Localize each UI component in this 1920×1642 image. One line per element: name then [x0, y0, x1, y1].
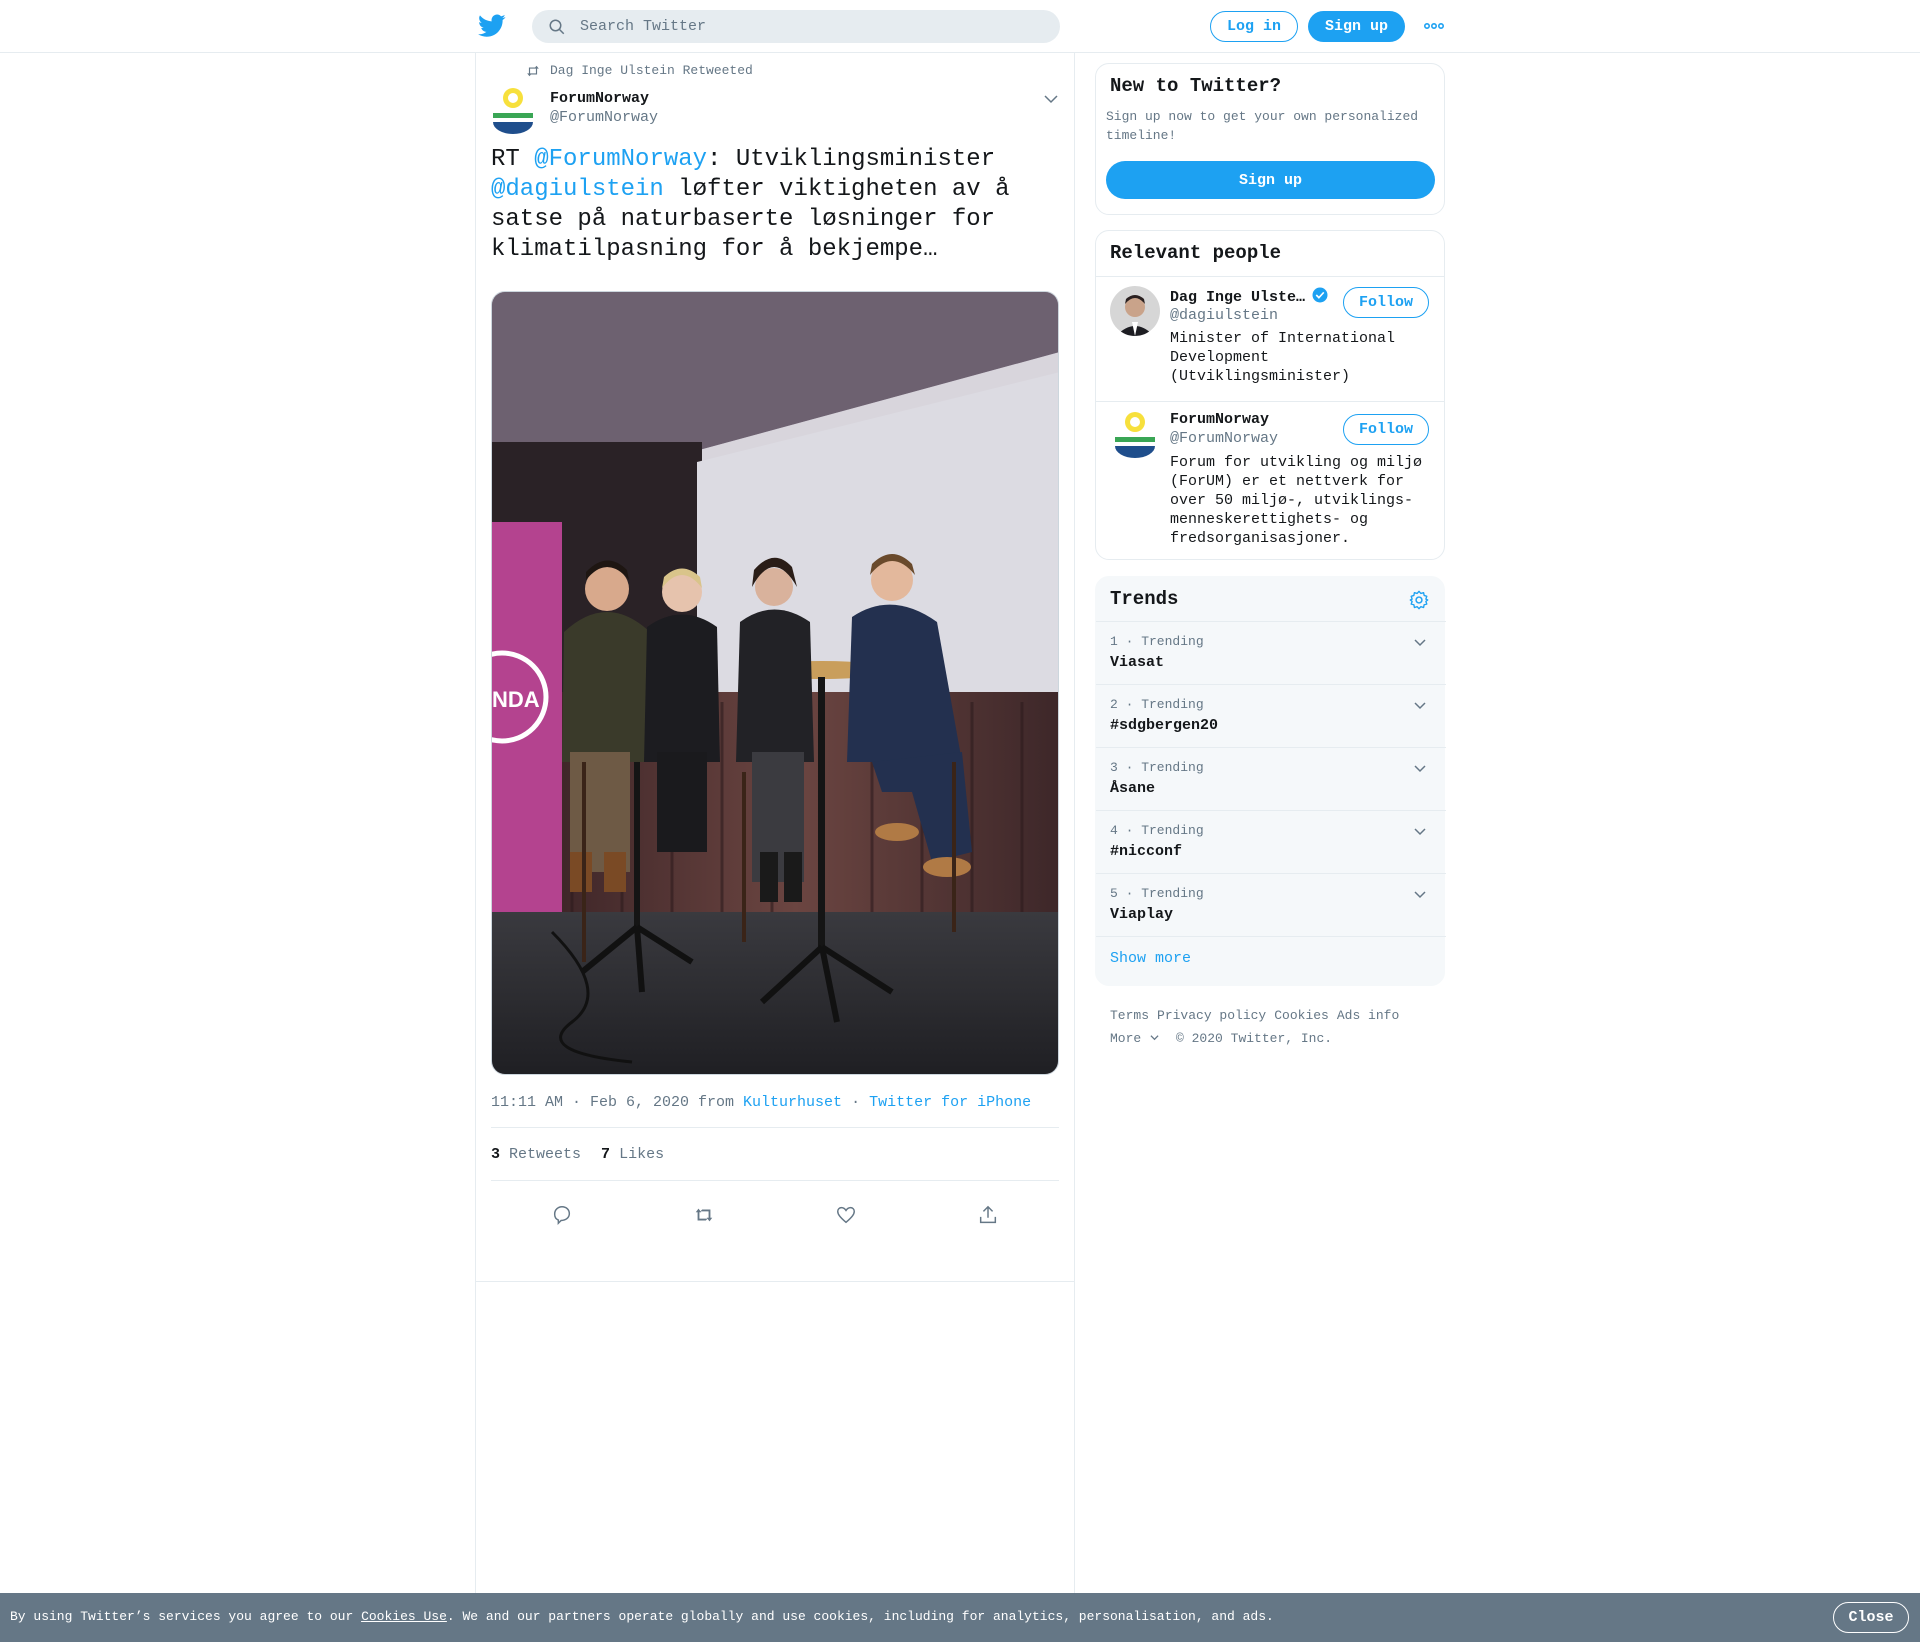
- top-bar: Log in Sign up: [0, 0, 1920, 53]
- copyright: © 2020 Twitter, Inc.: [1176, 1031, 1333, 1046]
- person-bio: Minister of International Development (U…: [1170, 330, 1396, 385]
- retweet-action-icon[interactable]: [693, 1204, 715, 1226]
- divider: [491, 1127, 1059, 1128]
- trend-name[interactable]: Viaplay: [1110, 906, 1173, 923]
- author-handle[interactable]: @ForumNorway: [550, 109, 658, 126]
- retweet-icon: [527, 65, 539, 76]
- reply-icon[interactable]: [551, 1204, 573, 1226]
- tweet-column: Dag Inge Ulstein Retweeted ForumNorway @…: [475, 53, 1075, 1642]
- mention-link[interactable]: @dagiulstein: [491, 176, 664, 203]
- share-icon[interactable]: [977, 1204, 999, 1226]
- card-title: New to Twitter?: [1110, 75, 1282, 97]
- card-title: Trends: [1110, 588, 1179, 610]
- chevron-down-icon[interactable]: [1043, 91, 1059, 107]
- relevant-people-card: Relevant people Dag Inge Ulste… @dagiuls…: [1095, 230, 1445, 560]
- chevron-down-icon[interactable]: [1412, 760, 1428, 776]
- cookie-close-button[interactable]: Close: [1833, 1602, 1909, 1633]
- trend-rank: 5 · Trending: [1110, 886, 1204, 901]
- likes-stat[interactable]: 7 Likes: [601, 1146, 664, 1163]
- follow-button[interactable]: Follow: [1343, 414, 1429, 445]
- trend-rank: 1 · Trending: [1110, 634, 1204, 649]
- divider: [1096, 276, 1444, 277]
- person-bio: Forum for utvikling og miljø (ForUM) er …: [1170, 454, 1423, 547]
- settings-gear-icon[interactable]: [1408, 589, 1430, 611]
- sidebar-footer: Terms Privacy policy Cookies Ads info More …: [1110, 1004, 1440, 1050]
- place-link[interactable]: Kulturhuset: [743, 1094, 842, 1111]
- trend-name[interactable]: #sdgbergen20: [1110, 717, 1218, 734]
- trend-item[interactable]: 1 · Trending Viasat: [1096, 621, 1446, 684]
- cookies-use-link[interactable]: Cookies Use: [361, 1609, 447, 1624]
- panel-photo-illustration: NDA: [492, 292, 1058, 1074]
- card-description: Sign up now to get your own personalized…: [1106, 109, 1419, 143]
- trend-name[interactable]: Viasat: [1110, 654, 1164, 671]
- trend-item[interactable]: 5 · Trending Viaplay: [1096, 873, 1446, 936]
- banner-text: NDA: [492, 687, 540, 712]
- search-icon: [549, 19, 565, 34]
- tweet-text: RT @ForumNorway: Utviklingsminister @dag…: [491, 146, 1010, 263]
- trend-rank: 3 · Trending: [1110, 760, 1204, 775]
- tweet-meta: 11:11 AM · Feb 6, 2020 from Kulturhuset …: [491, 1094, 1032, 1111]
- search-box[interactable]: [532, 10, 1060, 43]
- footer-link-ads[interactable]: Ads info: [1337, 1008, 1399, 1023]
- show-more-link[interactable]: Show more: [1110, 950, 1191, 967]
- divider: [491, 1180, 1059, 1181]
- cookie-banner: By using Twitter’s services you agree to…: [0, 1593, 1920, 1642]
- divider: [1096, 401, 1444, 402]
- trend-rank: 4 · Trending: [1110, 823, 1204, 838]
- retweets-stat[interactable]: 3 Retweets: [491, 1146, 581, 1163]
- footer-link-terms[interactable]: Terms: [1110, 1008, 1149, 1023]
- chevron-down-icon[interactable]: [1412, 886, 1428, 902]
- chevron-down-icon[interactable]: [1412, 697, 1428, 713]
- cookie-text: By using Twitter’s services you agree to…: [10, 1609, 1274, 1624]
- chevron-down-icon[interactable]: [1412, 634, 1428, 650]
- twitter-logo-icon[interactable]: [478, 14, 506, 38]
- trend-item[interactable]: 2 · Trending #sdgbergen20: [1096, 684, 1446, 747]
- verified-badge-icon: [1312, 287, 1328, 303]
- signup-button[interactable]: Sign up: [1308, 11, 1405, 42]
- footer-link-privacy[interactable]: Privacy policy: [1157, 1008, 1266, 1023]
- author-avatar[interactable]: [491, 86, 535, 136]
- retweet-context: Dag Inge Ulstein Retweeted: [526, 63, 753, 78]
- mention-link[interactable]: @ForumNorway: [534, 146, 707, 173]
- divider: [1096, 936, 1446, 937]
- trend-rank: 2 · Trending: [1110, 697, 1204, 712]
- chevron-down-icon: [1150, 1035, 1159, 1041]
- follow-button[interactable]: Follow: [1343, 287, 1429, 318]
- card-title: Relevant people: [1110, 242, 1282, 264]
- tweet-stats: 3 Retweets 7 Likes: [491, 1146, 664, 1163]
- like-icon[interactable]: [835, 1204, 857, 1226]
- chevron-down-icon[interactable]: [1412, 823, 1428, 839]
- avatar[interactable]: [1110, 286, 1160, 336]
- tweet-photo[interactable]: NDA: [491, 291, 1059, 1075]
- person-handle[interactable]: @ForumNorway: [1170, 430, 1278, 447]
- trend-item[interactable]: 3 · Trending Åsane: [1096, 747, 1446, 810]
- footer-link-cookies[interactable]: Cookies: [1274, 1008, 1329, 1023]
- source-link[interactable]: Twitter for iPhone: [869, 1094, 1031, 1111]
- trend-name[interactable]: Åsane: [1110, 780, 1155, 797]
- trend-item[interactable]: 4 · Trending #nicconf: [1096, 810, 1446, 873]
- signup-card-button[interactable]: Sign up: [1106, 161, 1435, 199]
- divider: [476, 1281, 1074, 1282]
- footer-more-menu[interactable]: More: [1110, 1031, 1160, 1046]
- new-to-twitter-card: New to Twitter? Sign up now to get your …: [1095, 63, 1445, 215]
- avatar[interactable]: [1110, 410, 1160, 460]
- author-name[interactable]: ForumNorway: [550, 90, 649, 107]
- person-name[interactable]: Dag Inge Ulste…: [1170, 286, 1329, 306]
- login-button[interactable]: Log in: [1210, 11, 1298, 42]
- more-options-icon[interactable]: [1423, 17, 1445, 35]
- trend-name[interactable]: #nicconf: [1110, 843, 1182, 860]
- search-input[interactable]: [580, 18, 1020, 35]
- retweeted-by-text[interactable]: Dag Inge Ulstein Retweeted: [550, 63, 753, 78]
- trends-card: Trends 1 · Trending Viasat 2 · Trending …: [1095, 576, 1446, 986]
- person-name[interactable]: ForumNorway: [1170, 411, 1269, 428]
- tweet-actions: [491, 1191, 1059, 1241]
- person-handle[interactable]: @dagiulstein: [1170, 307, 1278, 324]
